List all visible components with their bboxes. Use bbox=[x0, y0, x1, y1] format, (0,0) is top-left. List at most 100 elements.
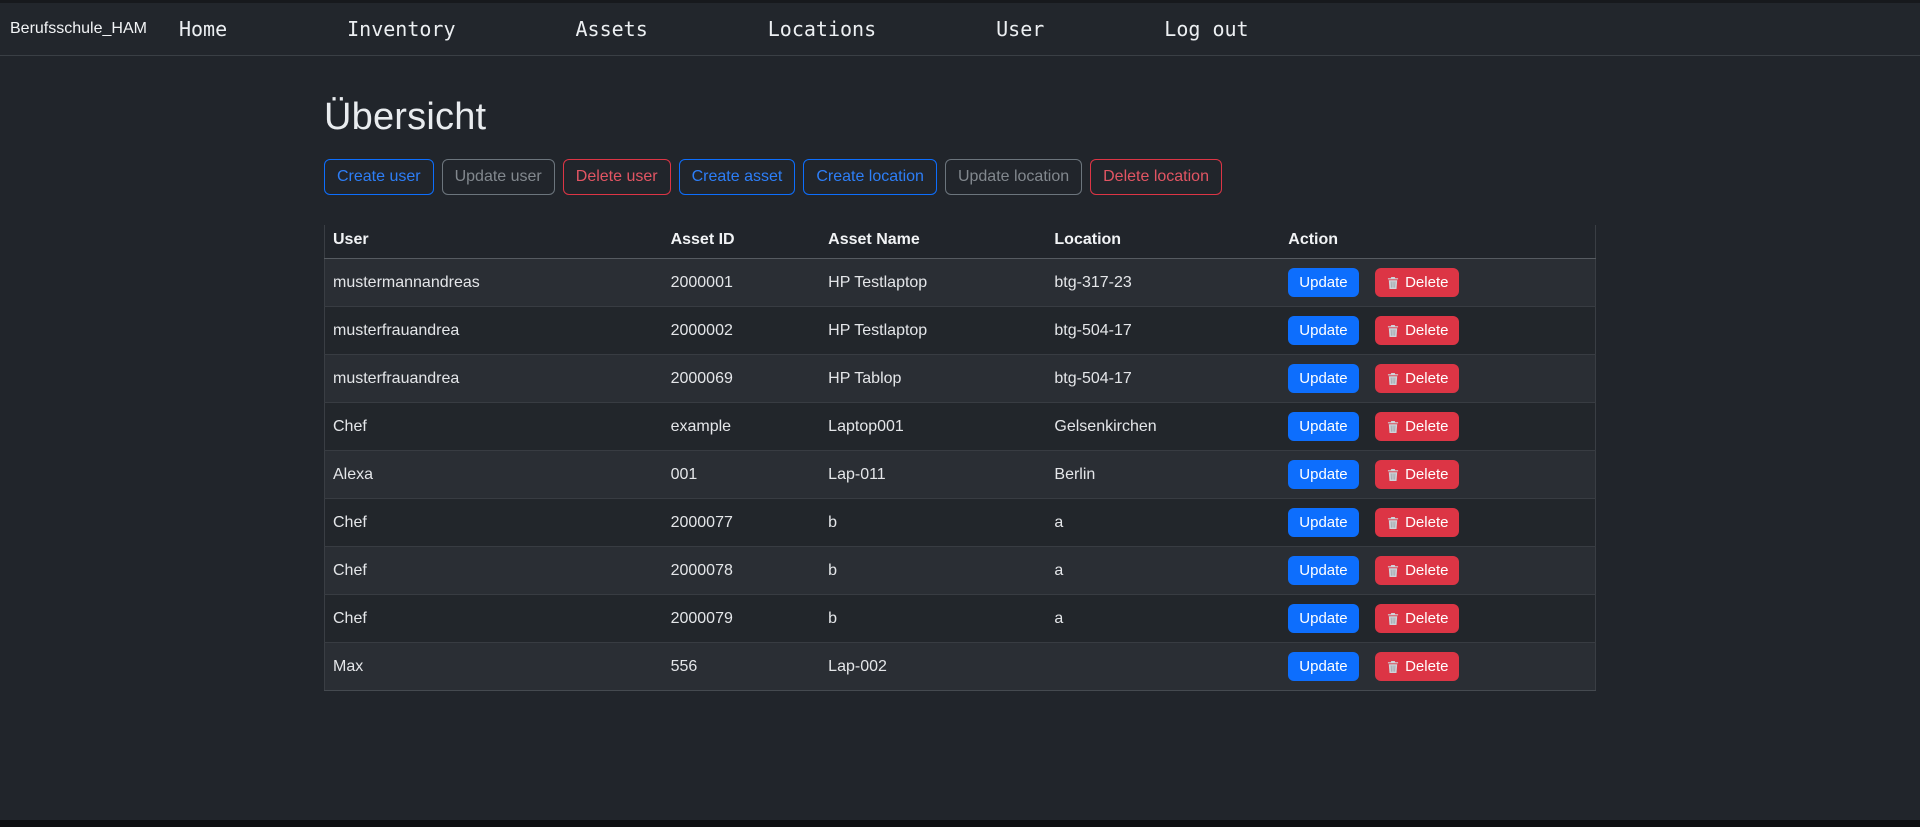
cell-location: Berlin bbox=[1046, 451, 1280, 499]
trash-icon bbox=[1386, 660, 1400, 674]
delete-button-label: Delete bbox=[1405, 608, 1448, 629]
update-user-button[interactable]: Update user bbox=[442, 159, 555, 195]
table-header-row: User Asset ID Asset Name Location Action bbox=[325, 225, 1596, 259]
cell-asset-id: 001 bbox=[663, 451, 821, 499]
delete-button[interactable]: Delete bbox=[1375, 652, 1459, 681]
delete-button[interactable]: Delete bbox=[1375, 412, 1459, 441]
delete-user-button[interactable]: Delete user bbox=[563, 159, 671, 195]
delete-button-label: Delete bbox=[1405, 416, 1448, 437]
trash-icon bbox=[1386, 372, 1400, 386]
delete-button-label: Delete bbox=[1405, 272, 1448, 293]
cell-user: Max bbox=[325, 643, 663, 691]
create-asset-button[interactable]: Create asset bbox=[679, 159, 796, 195]
cell-asset-id: 2000002 bbox=[663, 307, 821, 355]
cell-actions: Update Delete bbox=[1280, 595, 1595, 643]
delete-button-label: Delete bbox=[1405, 464, 1448, 485]
cell-asset-name: b bbox=[820, 547, 1046, 595]
cell-user: Chef bbox=[325, 403, 663, 451]
update-button[interactable]: Update bbox=[1288, 652, 1358, 681]
delete-button-label: Delete bbox=[1405, 320, 1448, 341]
nav-item-user[interactable]: User bbox=[996, 17, 1044, 41]
delete-button[interactable]: Delete bbox=[1375, 460, 1459, 489]
trash-icon bbox=[1386, 324, 1400, 338]
table-row: musterfrauandrea 2000069 HP Tablop btg-5… bbox=[325, 355, 1596, 403]
delete-button[interactable]: Delete bbox=[1375, 556, 1459, 585]
cell-user: mustermannandreas bbox=[325, 259, 663, 307]
delete-button[interactable]: Delete bbox=[1375, 268, 1459, 297]
delete-button-label: Delete bbox=[1405, 560, 1448, 581]
table-row: Chef example Laptop001 Gelsenkirchen Upd… bbox=[325, 403, 1596, 451]
cell-asset-name: HP Testlaptop bbox=[820, 307, 1046, 355]
update-location-button[interactable]: Update location bbox=[945, 159, 1082, 195]
table-row: Chef 2000077 b a Update Delete bbox=[325, 499, 1596, 547]
cell-asset-id: 2000001 bbox=[663, 259, 821, 307]
update-button[interactable]: Update bbox=[1288, 268, 1358, 297]
cell-asset-id: 556 bbox=[663, 643, 821, 691]
column-header-user: User bbox=[325, 225, 663, 259]
nav-item-inventory[interactable]: Inventory bbox=[347, 17, 455, 41]
cell-asset-name: Lap-002 bbox=[820, 643, 1046, 691]
delete-location-button[interactable]: Delete location bbox=[1090, 159, 1222, 195]
cell-asset-name: b bbox=[820, 595, 1046, 643]
create-user-button[interactable]: Create user bbox=[324, 159, 434, 195]
column-header-asset-name: Asset Name bbox=[820, 225, 1046, 259]
delete-button[interactable]: Delete bbox=[1375, 508, 1459, 537]
table-row: Chef 2000079 b a Update Delete bbox=[325, 595, 1596, 643]
cell-asset-name: Laptop001 bbox=[820, 403, 1046, 451]
window-bottom-edge bbox=[0, 820, 1920, 827]
trash-icon bbox=[1386, 516, 1400, 530]
nav-item-locations[interactable]: Locations bbox=[768, 17, 876, 41]
delete-button-label: Delete bbox=[1405, 512, 1448, 533]
nav-item-assets[interactable]: Assets bbox=[576, 17, 648, 41]
update-button[interactable]: Update bbox=[1288, 364, 1358, 393]
cell-location: btg-504-17 bbox=[1046, 355, 1280, 403]
cell-location: Gelsenkirchen bbox=[1046, 403, 1280, 451]
delete-button[interactable]: Delete bbox=[1375, 604, 1459, 633]
cell-user: Chef bbox=[325, 499, 663, 547]
trash-icon bbox=[1386, 612, 1400, 626]
table-row: Chef 2000078 b a Update Delete bbox=[325, 547, 1596, 595]
cell-asset-name: HP Testlaptop bbox=[820, 259, 1046, 307]
update-button[interactable]: Update bbox=[1288, 316, 1358, 345]
delete-button[interactable]: Delete bbox=[1375, 316, 1459, 345]
table-row: mustermannandreas 2000001 HP Testlaptop … bbox=[325, 259, 1596, 307]
trash-icon bbox=[1386, 276, 1400, 290]
cell-user: musterfrauandrea bbox=[325, 355, 663, 403]
main-content: Übersicht Create user Update user Delete… bbox=[324, 56, 1596, 691]
nav-item-home[interactable]: Home bbox=[179, 17, 227, 41]
update-button[interactable]: Update bbox=[1288, 460, 1358, 489]
cell-location: a bbox=[1046, 595, 1280, 643]
cell-asset-name: Lap-011 bbox=[820, 451, 1046, 499]
cell-user: Chef bbox=[325, 547, 663, 595]
cell-asset-id: 2000079 bbox=[663, 595, 821, 643]
update-button[interactable]: Update bbox=[1288, 604, 1358, 633]
cell-actions: Update Delete bbox=[1280, 643, 1595, 691]
cell-location: a bbox=[1046, 547, 1280, 595]
cell-location bbox=[1046, 643, 1280, 691]
column-header-asset-id: Asset ID bbox=[663, 225, 821, 259]
column-header-location: Location bbox=[1046, 225, 1280, 259]
table-row: Max 556 Lap-002 Update Delete bbox=[325, 643, 1596, 691]
cell-asset-id: example bbox=[663, 403, 821, 451]
cell-actions: Update Delete bbox=[1280, 355, 1595, 403]
navbar: Berufsschule_HAM Home Inventory Assets L… bbox=[0, 3, 1920, 56]
delete-button-label: Delete bbox=[1405, 656, 1448, 677]
cell-location: btg-504-17 bbox=[1046, 307, 1280, 355]
nav-links: Home Inventory Assets Locations User Log… bbox=[179, 17, 1249, 41]
cell-user: musterfrauandrea bbox=[325, 307, 663, 355]
create-location-button[interactable]: Create location bbox=[803, 159, 937, 195]
nav-item-logout[interactable]: Log out bbox=[1164, 17, 1248, 41]
update-button[interactable]: Update bbox=[1288, 508, 1358, 537]
cell-asset-name: HP Tablop bbox=[820, 355, 1046, 403]
cell-actions: Update Delete bbox=[1280, 499, 1595, 547]
delete-button[interactable]: Delete bbox=[1375, 364, 1459, 393]
delete-button-label: Delete bbox=[1405, 368, 1448, 389]
cell-location: btg-317-23 bbox=[1046, 259, 1280, 307]
trash-icon bbox=[1386, 420, 1400, 434]
toolbar: Create user Update user Delete user Crea… bbox=[324, 159, 1596, 195]
update-button[interactable]: Update bbox=[1288, 412, 1358, 441]
cell-actions: Update Delete bbox=[1280, 451, 1595, 499]
navbar-brand[interactable]: Berufsschule_HAM bbox=[10, 20, 147, 38]
update-button[interactable]: Update bbox=[1288, 556, 1358, 585]
trash-icon bbox=[1386, 564, 1400, 578]
